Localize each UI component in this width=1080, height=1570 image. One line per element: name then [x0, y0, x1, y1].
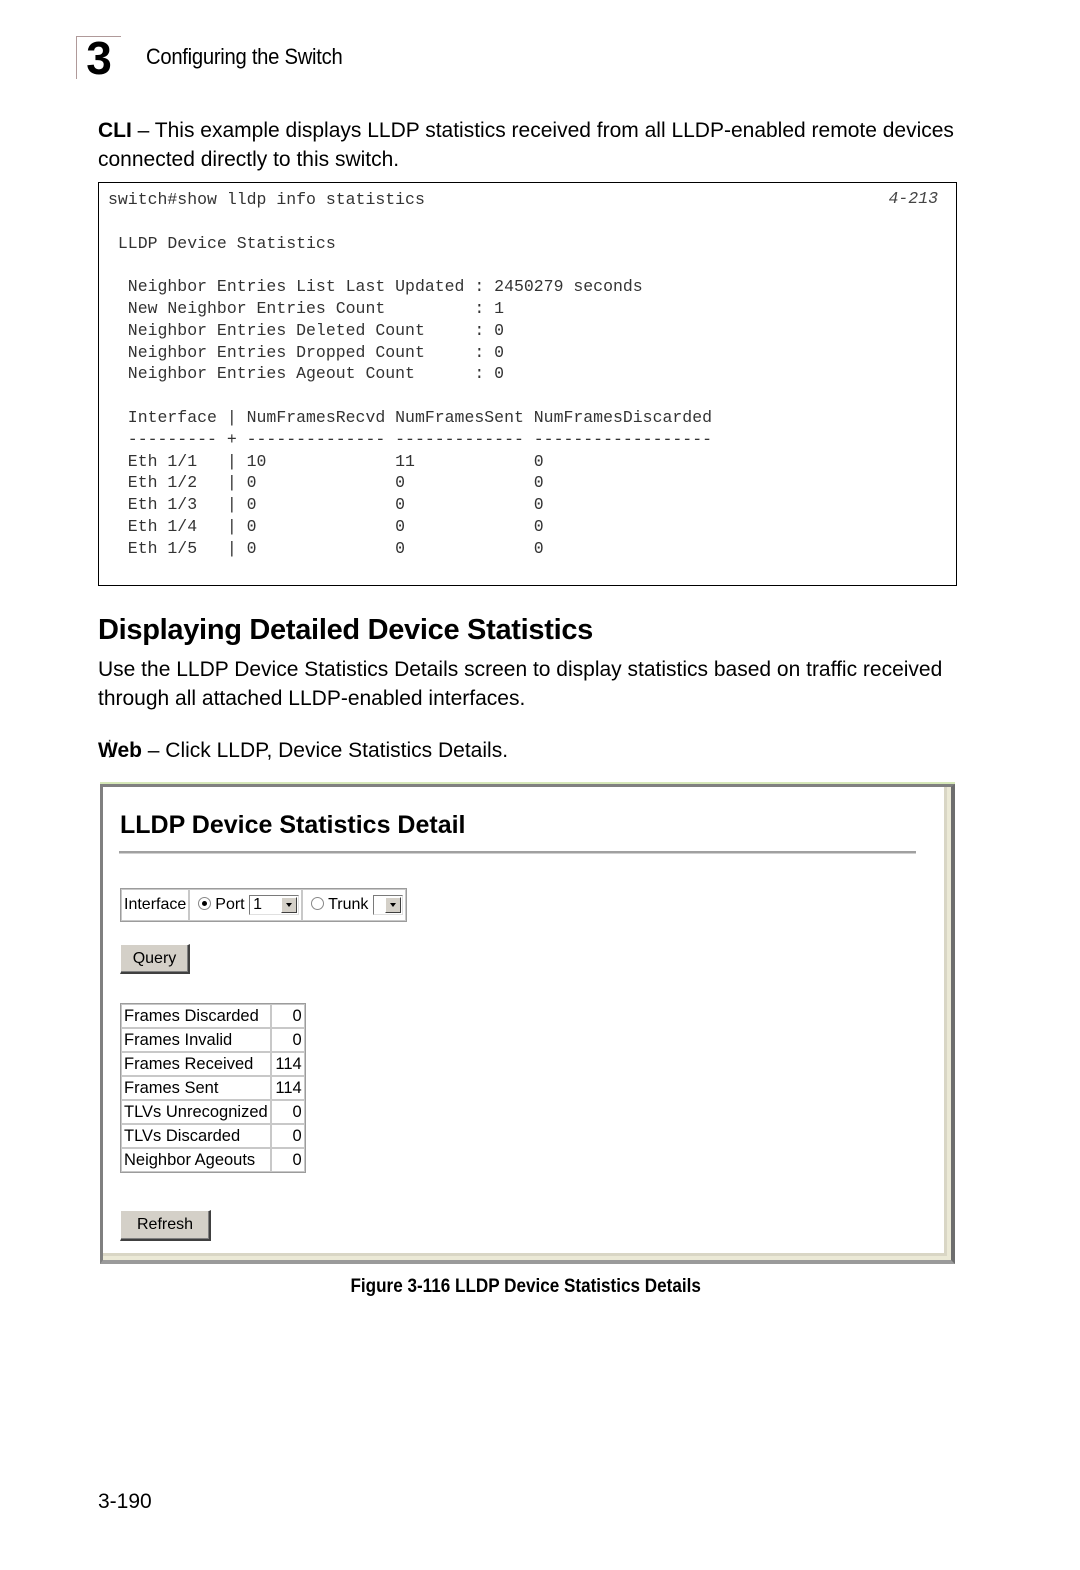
statistic-value: 0	[270, 1028, 305, 1052]
cli-line: Eth 1/5 | 0 0 0	[108, 538, 544, 558]
trunk-option: Trunk	[302, 889, 406, 921]
refresh-button[interactable]: Refresh	[120, 1210, 211, 1241]
port-radio[interactable]	[198, 897, 212, 911]
cli-line: Eth 1/2 | 0 0 0	[127, 473, 544, 493]
chapter-number: 3	[76, 35, 121, 81]
statistic-value: 114	[270, 1052, 305, 1076]
cli-line: Neighbor Entries Ageout Count : 0	[127, 364, 505, 384]
cli-label: CLI	[98, 119, 132, 142]
cli-output: switch#show lldp info statistics LLDP De…	[108, 189, 712, 560]
cli-example-box: switch#show lldp info statistics LLDP De…	[98, 182, 957, 765]
section-heading: Displaying Detailed Device Statistics	[98, 614, 593, 646]
cli-line: New Neighbor Entries Count : 1	[127, 298, 505, 318]
statistics-row: TLVs Unrecognized 0	[121, 1100, 305, 1124]
figure-caption-text: Figure 3-116 LLDP Device Statistics Deta…	[350, 1276, 702, 1297]
trunk-select[interactable]	[372, 895, 403, 915]
statistic-label: Neighbor Ageouts	[121, 1148, 271, 1172]
statistic-value: 0	[270, 1148, 305, 1172]
dropdown-arrow-icon[interactable]	[384, 897, 401, 913]
web-label: Web	[98, 739, 142, 762]
title-divider	[119, 851, 916, 854]
web-screenshot: LLDP Device Statistics Detail Interface …	[100, 782, 955, 1264]
web-page-title: LLDP Device Statistics Detail	[120, 811, 466, 839]
cli-line: Neighbor Entries Dropped Count : 0	[127, 342, 505, 362]
cli-intro-paragraph: CLI – This example displays LLDP statist…	[98, 116, 968, 174]
interface-selector: Interface Port 1 Trunk	[120, 888, 407, 922]
statistic-label: Frames Sent	[121, 1076, 271, 1100]
web-instruction: Web – Click LLDP, Device Statistics Deta…	[98, 736, 968, 765]
cli-line: --------- + -------------- -------------…	[127, 429, 712, 449]
statistic-label: Frames Received	[121, 1052, 271, 1076]
statistic-label: Frames Invalid	[121, 1028, 271, 1052]
statistics-row: Neighbor Ageouts 0	[121, 1148, 305, 1172]
trunk-radio[interactable]	[311, 897, 325, 911]
cli-line: Eth 1/4 | 0 0 0	[127, 516, 544, 536]
cli-reference: 4-213	[888, 189, 938, 208]
port-label: Port	[215, 896, 245, 914]
chapter-title: Configuring the Switch	[146, 44, 343, 69]
statistics-row: Frames Sent 114	[121, 1076, 305, 1100]
statistic-value: 0	[270, 1100, 305, 1124]
cli-line: Eth 1/1 | 10 11 0	[127, 451, 544, 471]
port-select[interactable]: 1	[249, 895, 300, 915]
cli-line: Neighbor Entries Deleted Count : 0	[127, 320, 505, 340]
cli-line: Eth 1/3 | 0 0 0	[127, 495, 544, 515]
statistic-label: Frames Discarded	[121, 1004, 271, 1028]
web-panel: LLDP Device Statistics Detail Interface …	[100, 784, 955, 1264]
statistic-value: 0	[270, 1004, 305, 1028]
statistics-row: Frames Discarded 0	[121, 1004, 305, 1028]
port-option: Port 1	[189, 889, 303, 921]
cli-line: Neighbor Entries List Last Updated : 245…	[127, 277, 643, 297]
interface-label: Interface	[121, 889, 190, 921]
cli-line: Interface | NumFramesRecvd NumFramesSent…	[127, 407, 712, 427]
statistics-row: TLVs Discarded 0	[121, 1124, 305, 1148]
page-number: 3-190	[98, 1490, 152, 1513]
figure-caption: Figure 3-116 LLDP Device Statistics Deta…	[0, 1276, 1052, 1298]
section-description: Use the LLDP Device Statistics Details s…	[98, 658, 943, 710]
statistic-value: 114	[270, 1076, 305, 1100]
statistics-row: Frames Invalid 0	[121, 1028, 305, 1052]
trunk-label: Trunk	[328, 896, 369, 914]
web-instruction-text: – Click LLDP, Device Statistics Details.	[141, 739, 509, 762]
statistic-label: TLVs Unrecognized	[121, 1100, 271, 1124]
statistics-row: Frames Received 114	[121, 1052, 305, 1076]
dropdown-arrow-icon[interactable]	[281, 897, 298, 913]
statistic-value: 0	[270, 1124, 305, 1148]
cli-line: LLDP Device Statistics	[117, 233, 336, 253]
cli-line: switch#show lldp info statistics	[108, 190, 425, 209]
statistic-label: TLVs Discarded	[121, 1124, 271, 1148]
statistics-table: Frames Discarded 0 Frames Invalid 0 Frames R…	[120, 1003, 306, 1173]
query-button[interactable]: Query	[120, 944, 190, 974]
cli-intro-text: – This example displays LLDP statistics …	[98, 119, 954, 171]
port-select-value: 1	[253, 896, 262, 913]
